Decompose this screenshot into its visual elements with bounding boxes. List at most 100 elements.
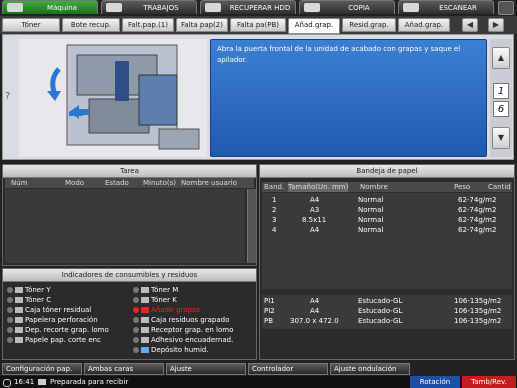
tray-row[interactable]: 1 A4 Normal 62-74g/m2 — [262, 195, 512, 205]
tab-jobs-label: TRABAJOS — [143, 4, 179, 12]
subtab-waste-box[interactable]: Bote recup. — [62, 18, 120, 32]
indicator-cut-paper: Papele pap. corte enc — [7, 336, 101, 345]
tab-jobs[interactable]: TRABAJOS — [101, 0, 197, 14]
tray-row[interactable]: 3 8.5x11 Normal 62-74g/m2 — [262, 215, 512, 225]
indicator-humidifier: Depósito humid. — [133, 346, 209, 355]
punch-icon — [15, 317, 23, 323]
col-status: Estado — [105, 179, 129, 187]
printer-icon — [38, 379, 46, 385]
subtab-staple-waste[interactable]: Resid.grap. — [342, 18, 396, 32]
status-dot-icon — [7, 327, 13, 333]
rotation-indicator: Rotación — [410, 376, 460, 388]
status-dot-icon — [133, 347, 139, 353]
power-icon[interactable] — [498, 1, 514, 15]
tab-scan[interactable]: ESCANEAR — [398, 0, 494, 14]
paper-setting-button[interactable]: Configuración pap. — [2, 363, 82, 375]
status-dot-icon — [133, 297, 139, 303]
tab-recover-hdd[interactable]: RECUPERAR HDD — [200, 0, 296, 14]
status-dot-icon — [133, 287, 139, 293]
jobs-icon — [106, 3, 122, 12]
page-down-button[interactable]: ▼ — [492, 127, 510, 149]
col-mode: Modo — [65, 179, 85, 187]
toner-icon — [15, 297, 23, 303]
status-dot-icon — [133, 327, 139, 333]
toner-icon — [141, 287, 149, 293]
col-number: Núm — [11, 179, 28, 187]
total-pages: 6 — [493, 101, 509, 117]
tray-list[interactable]: 1 A4 Normal 62-74g/m2 2 A3 Normal 62-74g… — [262, 193, 512, 289]
indicator-staple-waste: Caja residuos grapado — [133, 316, 229, 325]
indicator-toner-k: Tóner K — [133, 296, 177, 305]
inserter-tray-list[interactable]: PI1 A4 Estucado-GL 106-135g/m2 PI2 A4 Es… — [262, 295, 512, 329]
tab-scan-label: ESCANEAR — [439, 4, 477, 12]
tray-row[interactable]: PB 307.0 x 472.0 Estucado-GL 106-135g/m2 — [262, 316, 512, 326]
indicator-toner-y: Tóner Y — [7, 286, 51, 295]
clock-icon — [3, 379, 11, 387]
paper-tray-panel: Bandeja de papel Band. Tamaño(Un. mm) No… — [259, 164, 515, 360]
finisher-illustration — [19, 39, 207, 157]
tray-row[interactable]: 4 A4 Normal 62-74g/m2 — [262, 225, 512, 235]
subtab-add-staples-2[interactable]: Añad.grap. — [398, 18, 450, 32]
tab-copy[interactable]: COPIA — [299, 0, 395, 14]
spine-staple-icon — [141, 327, 149, 333]
staple-icon — [141, 307, 149, 313]
col-user-name: Nombre usuario — [181, 179, 237, 187]
status-dot-icon — [133, 337, 139, 343]
waste-box-icon — [15, 307, 23, 313]
adjustment-button[interactable]: Ajuste — [166, 363, 246, 375]
copy-icon — [304, 3, 320, 12]
indicator-toner-m: Tóner M — [133, 286, 178, 295]
indicator-waste-toner: Caja tóner residual — [7, 306, 91, 315]
col-quantity: Cantid — [488, 183, 511, 191]
tray-row[interactable]: PI1 A4 Estucado-GL 106-135g/m2 — [262, 296, 512, 306]
status-dot-icon — [7, 287, 13, 293]
tab-recover-hdd-label: RECUPERAR HDD — [229, 4, 291, 12]
subtab-add-staples[interactable]: Añad.grap. — [288, 18, 340, 34]
water-tank-icon — [141, 347, 149, 353]
help-icon[interactable]: ? — [5, 91, 10, 102]
task-column-headers: Núm Modo Estado Minuto(s) Nombre usuario — [5, 178, 254, 188]
staple-waste-icon — [141, 317, 149, 323]
tray-column-headers: Band. Tamaño(Un. mm) Nombre Peso Cantid — [262, 182, 512, 192]
status-bar: 16:41 Preparada para recibir Rotación Ta… — [0, 376, 517, 388]
tray-row[interactable]: 2 A3 Normal 62-74g/m2 — [262, 205, 512, 215]
indicator-spine-staple: Receptor grap. en lomo — [133, 326, 233, 335]
tray-row[interactable]: PI2 A4 Estucado-GL 106-135g/m2 — [262, 306, 512, 316]
status-dot-icon — [7, 337, 13, 343]
subtab-prev-button[interactable]: ◀ — [462, 18, 478, 32]
task-scrollbar[interactable] — [247, 189, 256, 263]
subtab-paper-out-2[interactable]: Falta pap(2) — [176, 18, 228, 32]
tab-machine[interactable]: Máquina — [2, 0, 98, 14]
status-dot-icon — [7, 307, 13, 313]
col-size: Tamaño(Un. mm) — [288, 182, 349, 192]
glue-icon — [141, 337, 149, 343]
trim-icon — [15, 327, 23, 333]
hdd-icon — [205, 3, 221, 12]
status-dot-icon — [7, 297, 13, 303]
subtab-next-button[interactable]: ▶ — [488, 18, 504, 32]
col-tray: Band. — [264, 183, 285, 191]
consumables-panel: Indicadores de consumibles y residuos Tó… — [2, 268, 257, 360]
subtab-paper-out-pb[interactable]: Falta pa(PB) — [230, 18, 286, 32]
status-dot-icon — [133, 317, 139, 323]
col-minutes: Minuto(s) — [143, 179, 176, 187]
scan-icon — [403, 3, 419, 12]
subtab-toner[interactable]: Tóner — [2, 18, 60, 32]
page-navigator: ▲ 1 6 ▼ — [490, 39, 512, 157]
col-name: Nombre — [360, 183, 388, 191]
curl-adjustment-button[interactable]: Ajuste ondulación — [330, 363, 410, 375]
duplex-button[interactable]: Ambas caras — [84, 363, 164, 375]
current-page: 1 — [493, 83, 509, 99]
status-time: 16:41 — [14, 378, 35, 386]
page-up-button[interactable]: ▲ — [492, 47, 510, 69]
task-list[interactable] — [5, 189, 245, 263]
status-dot-icon — [7, 317, 13, 323]
consumables-panel-title: Indicadores de consumibles y residuos — [3, 269, 256, 282]
subtab-paper-out-1[interactable]: Falt.pap.(1) — [122, 18, 174, 32]
controller-button[interactable]: Controlador — [248, 363, 328, 375]
tab-machine-label: Máquina — [47, 4, 77, 12]
tray-panel-title: Bandeja de papel — [260, 165, 514, 178]
tab-copy-label: COPIA — [348, 4, 370, 12]
indicator-trim-waste: Dep. recorte grap. lomo — [7, 326, 109, 335]
task-panel: Tarea Núm Modo Estado Minuto(s) Nombre u… — [2, 164, 257, 266]
